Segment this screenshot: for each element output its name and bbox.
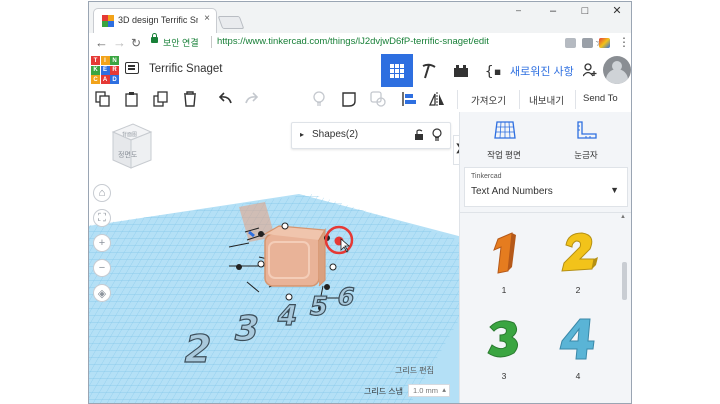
extension-icon[interactable] [582, 38, 593, 48]
secure-label: 보안 연결 [163, 38, 199, 48]
address-bar-row: ← → ↻ 보안 연결 https://www.tinkercad.com/th… [89, 33, 631, 55]
workplane-tool[interactable]: 작업 평면 [474, 120, 534, 161]
design-list-icon[interactable] [125, 62, 139, 74]
ruler-icon [577, 121, 597, 139]
paste-icon[interactable] [124, 91, 140, 107]
number-three-icon [487, 320, 518, 358]
workplane-label: 작업 평면 [487, 150, 521, 160]
tinkercad-favicon [102, 15, 114, 27]
shape-library-select[interactable]: Tinkercad Text And Numbers ▼ [464, 167, 628, 207]
ortho-view-button[interactable]: ◈ [93, 284, 111, 302]
shape-number-1[interactable]: 1 [474, 231, 534, 295]
light-bulb-icon[interactable] [432, 128, 442, 141]
chevron-up-icon: ▴ [442, 385, 446, 394]
import-button[interactable]: 가져오기 [471, 93, 506, 107]
shape-label: 1 [501, 285, 507, 295]
browser-window: 3D design Terrific Snag × – – □ ✕ ← → ↻ … [88, 1, 632, 404]
view-cube[interactable]: 背面图 정면도 [111, 123, 153, 169]
workplane-scene: 背面图 정면도 2 3 4 5 6 [89, 123, 459, 403]
shape-label: 4 [575, 371, 581, 381]
user-icon[interactable]: – [516, 5, 521, 15]
number-four-icon [559, 318, 595, 360]
home-view-button[interactable]: ⌂ [93, 184, 111, 202]
shapes-count-label: Shapes(2) [312, 129, 359, 140]
new-features-link[interactable]: 새로워진 사항 [510, 63, 574, 79]
dropdown-arrow-icon: ▼ [610, 185, 619, 195]
number-two-icon [561, 232, 598, 272]
workplane-canvas[interactable]: 背面图 정면도 2 3 4 5 6 ▸ Shapes(2) ⌂ ⛶ + − ◈ … [89, 112, 459, 403]
extension-icon[interactable] [565, 38, 576, 48]
ruler-label: 눈금자 [574, 150, 598, 160]
shape-number-4[interactable]: 4 [548, 317, 608, 381]
undo-icon[interactable] [217, 91, 233, 107]
shape-grid: 1 2 3 4 [460, 217, 630, 403]
duplicate-icon[interactable] [153, 91, 169, 107]
expand-arrow-icon[interactable]: ▸ [300, 130, 304, 139]
shape-number-2[interactable]: 2 [548, 231, 608, 295]
browser-tab[interactable]: 3D design Terrific Snag × [93, 8, 217, 33]
library-value: Text And Numbers [471, 186, 553, 197]
delete-icon[interactable] [182, 91, 198, 107]
tab-title: 3D design Terrific Snag [118, 15, 198, 25]
shapes-panel: 작업 평면 눈금자 Tinkercad Text And Numbers ▼ ▲… [459, 112, 631, 403]
new-tab-button[interactable] [217, 16, 245, 29]
pickaxe-icon [422, 63, 436, 78]
bricks-button[interactable] [445, 54, 477, 87]
project-name[interactable]: Terrific Snaget [149, 63, 223, 75]
brick-icon [454, 64, 468, 77]
copy-icon[interactable] [95, 91, 111, 107]
url-text[interactable]: https://www.tinkercad.com/things/lJ2dvjw… [217, 36, 489, 47]
viewcube-top-label: 背面图 [122, 131, 137, 138]
zoom-out-button[interactable]: − [93, 259, 111, 277]
code-braces-icon: {▪} [485, 64, 502, 80]
number-one-icon [493, 232, 516, 274]
browser-menu-icon[interactable]: ⋮ [618, 35, 630, 49]
viewcube-front-label: 정면도 [118, 150, 138, 159]
zoom-in-button[interactable]: + [93, 234, 111, 252]
shape-label: 2 [575, 285, 581, 295]
edit-toolbar: 가져오기 내보내기 Send To [89, 87, 631, 113]
forward-icon[interactable]: → [113, 35, 126, 51]
extension-icon[interactable] [599, 38, 610, 48]
unlock-icon[interactable] [414, 129, 424, 141]
reload-icon[interactable]: ↻ [131, 35, 141, 51]
avatar[interactable] [603, 56, 631, 84]
app-header: TIN KER CAD Terrific Snaget {▪} [89, 54, 631, 88]
shape-label: 3 [501, 371, 507, 381]
grid-icon [390, 63, 404, 78]
export-button[interactable]: 내보내기 [529, 93, 564, 107]
lock-icon [151, 33, 158, 43]
workplane-icon [494, 121, 516, 139]
tab-strip: 3D design Terrific Snag × – – □ ✕ [89, 2, 631, 33]
redo-icon[interactable] [244, 91, 260, 107]
mirror-icon[interactable] [429, 91, 445, 107]
edit-grid-button[interactable]: 그리드 편집 [395, 365, 434, 376]
back-icon[interactable]: ← [95, 35, 108, 51]
ruler-tool[interactable]: 눈금자 [556, 120, 616, 161]
omnibox[interactable]: 보안 연결 https://www.tinkercad.com/things/l… [149, 33, 605, 51]
align-icon[interactable] [401, 91, 417, 107]
shape-solid-icon[interactable] [341, 91, 357, 107]
3d-view-button[interactable] [381, 54, 413, 87]
snap-grid-select[interactable]: 1.0 mm ▴ [408, 384, 450, 397]
library-category: Tinkercad [471, 173, 502, 180]
fit-view-button[interactable]: ⛶ [93, 209, 111, 227]
snap-grid-label: 그리드 스냅 [364, 387, 404, 396]
blocks-button[interactable] [413, 54, 445, 87]
tinkercad-logo[interactable]: TIN KER CAD [91, 56, 119, 84]
maximize-button[interactable]: □ [570, 2, 600, 22]
panel-scrollbar[interactable] [622, 262, 627, 300]
group-icon[interactable] [370, 91, 386, 107]
tab-close-icon[interactable]: × [204, 13, 210, 24]
minimize-button[interactable]: – [538, 2, 568, 22]
shape-number-3[interactable]: 3 [474, 317, 534, 381]
shapes-inspector[interactable]: ▸ Shapes(2) [291, 122, 451, 149]
send-to-button[interactable]: Send To [583, 93, 618, 104]
light-bulb-icon[interactable] [311, 91, 327, 107]
codeblocks-button[interactable]: {▪} [477, 54, 509, 87]
add-user-icon[interactable] [583, 63, 597, 77]
svg-text:{▪}: {▪} [485, 64, 502, 80]
close-window-button[interactable]: ✕ [602, 2, 631, 22]
